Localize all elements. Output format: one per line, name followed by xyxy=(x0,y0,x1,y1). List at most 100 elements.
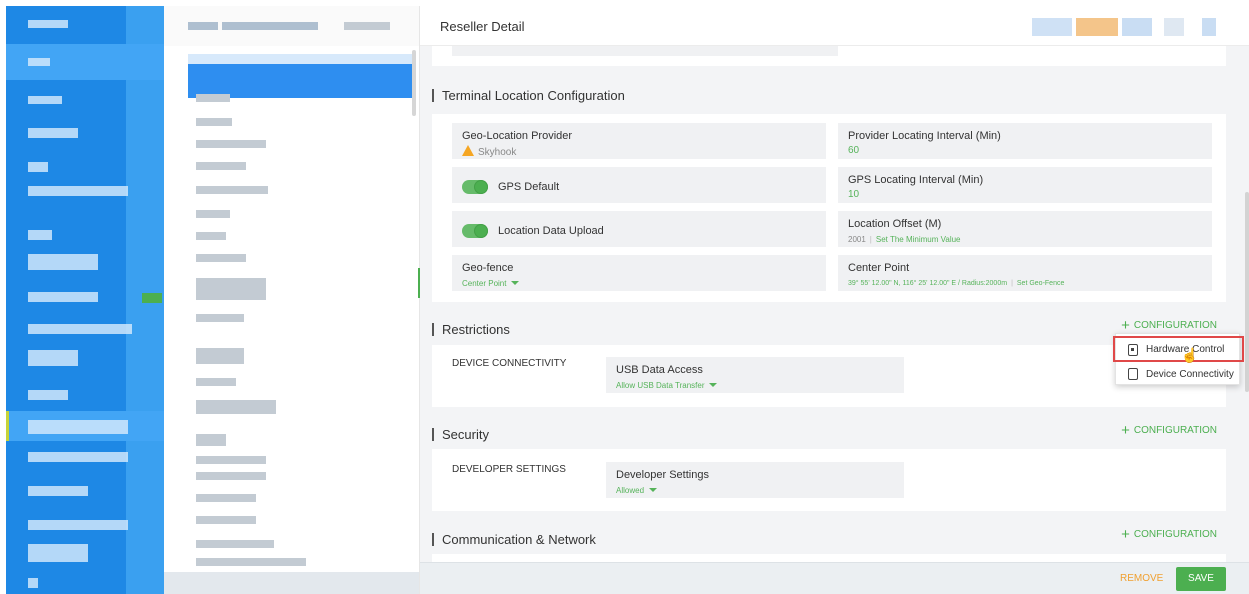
sidebar-item[interactable] xyxy=(28,520,128,530)
sidebar-item[interactable] xyxy=(28,162,48,172)
remove-button[interactable]: REMOVE xyxy=(1120,573,1163,584)
sidebar-item[interactable] xyxy=(28,128,78,138)
geo-fence-field[interactable]: Geo-fence Center Point xyxy=(452,255,826,291)
plus-icon: + xyxy=(1121,422,1130,439)
warning-icon xyxy=(462,145,474,156)
restrictions-configuration-button[interactable]: + CONFIGURATION xyxy=(1121,317,1217,334)
sidebar-item[interactable] xyxy=(28,486,88,496)
sidebar-item[interactable] xyxy=(28,230,52,240)
terminal-location-card: Geo-Location Provider Skyhook Provider L… xyxy=(432,114,1226,302)
section-title-terminal-location: Terminal Location Configuration xyxy=(432,88,625,103)
geo-location-provider-value: Skyhook xyxy=(462,145,516,158)
restrictions-card: DEVICE CONNECTIVITY USB Data Access Allo… xyxy=(432,345,1226,407)
list-scrollbar[interactable] xyxy=(412,50,416,116)
location-data-upload-field: Location Data Upload xyxy=(452,211,826,247)
section-title-security: Security xyxy=(432,427,489,442)
sidebar-item[interactable] xyxy=(28,578,38,588)
sidebar-item[interactable] xyxy=(28,544,88,562)
usb-data-access-field[interactable]: USB Data Access Allow USB Data Transfer xyxy=(606,357,904,393)
brand-logo xyxy=(1202,18,1216,36)
sidebar-selection-indicator xyxy=(6,411,9,441)
reseller-detail-panel: Reseller Detail Terminal Location Config… xyxy=(420,6,1249,594)
sidebar-item[interactable] xyxy=(28,324,132,334)
location-offset-field[interactable]: Location Offset (M) 2001 | Set The Minimum… xyxy=(838,211,1212,247)
device-connectivity-option[interactable]: Device Connectivity xyxy=(1116,362,1239,386)
chevron-down-icon xyxy=(709,383,718,387)
plus-icon: + xyxy=(1121,317,1130,334)
security-configuration-button[interactable]: + CONFIGURATION xyxy=(1121,422,1217,439)
page-title: Reseller Detail xyxy=(440,19,525,34)
main-sidebar xyxy=(6,6,164,594)
center-point-field[interactable]: Center Point 39° 55' 12.00" N, 116° 25' … xyxy=(838,255,1212,291)
sidebar-item[interactable] xyxy=(28,254,98,270)
geo-fence-dropdown[interactable]: Center Point xyxy=(462,279,520,288)
list-row[interactable] xyxy=(196,186,268,194)
list-header-item xyxy=(222,22,318,30)
phone-icon xyxy=(1128,368,1138,380)
save-button[interactable]: SAVE xyxy=(1176,567,1226,591)
gps-default-toggle[interactable] xyxy=(462,180,488,194)
sidebar-item[interactable] xyxy=(28,58,50,66)
detail-topbar: Reseller Detail xyxy=(420,6,1249,46)
sidebar-item[interactable] xyxy=(28,20,68,28)
center-point-value: 39° 55' 12.00" N, 116° 25' 12.00" E / Ra… xyxy=(848,280,1065,287)
set-minimum-value-link[interactable]: Set The Minimum Value xyxy=(876,235,961,244)
list-header-item xyxy=(188,22,218,30)
list-row[interactable] xyxy=(196,400,276,414)
list-row-selected[interactable] xyxy=(188,64,412,98)
hardware-control-option[interactable]: Hardware Control xyxy=(1113,336,1244,362)
list-row[interactable] xyxy=(196,494,256,502)
provider-locating-interval-field[interactable]: Provider Locating Interval (Min) 60 xyxy=(838,123,1212,159)
list-row[interactable] xyxy=(196,558,306,566)
section-title-communication-network: Communication & Network xyxy=(432,532,596,547)
list-row[interactable] xyxy=(196,254,246,262)
gps-default-field: GPS Default xyxy=(452,167,826,203)
detail-footer: REMOVE SAVE xyxy=(420,562,1249,594)
location-data-upload-toggle[interactable] xyxy=(462,224,488,238)
brand-logo xyxy=(1122,18,1152,36)
previous-section-card xyxy=(432,46,1226,66)
sidebar-item[interactable] xyxy=(28,390,68,400)
reseller-list xyxy=(164,6,420,594)
location-offset-value: 2001 | Set The Minimum Value xyxy=(848,235,961,244)
geo-location-provider-field[interactable]: Geo-Location Provider Skyhook xyxy=(452,123,826,159)
usb-data-access-dropdown[interactable]: Allow USB Data Transfer xyxy=(616,381,718,390)
sidebar-item[interactable] xyxy=(28,96,62,104)
list-row[interactable] xyxy=(196,94,230,102)
sidebar-item[interactable] xyxy=(28,186,128,196)
developer-settings-field[interactable]: Developer Settings Allowed xyxy=(606,462,904,498)
list-footer xyxy=(164,572,419,594)
sidebar-item[interactable] xyxy=(28,292,98,302)
list-row[interactable] xyxy=(196,314,244,322)
list-row[interactable] xyxy=(196,232,226,240)
list-row[interactable] xyxy=(196,348,244,364)
list-row[interactable] xyxy=(196,210,230,218)
list-row[interactable] xyxy=(196,456,266,464)
list-row[interactable] xyxy=(196,278,266,300)
list-row[interactable] xyxy=(196,118,232,126)
sidebar-badge xyxy=(142,293,162,303)
developer-settings-dropdown[interactable]: Allowed xyxy=(616,486,658,495)
developer-settings-category: DEVELOPER SETTINGS xyxy=(452,464,566,475)
list-row[interactable] xyxy=(196,140,266,148)
list-row[interactable] xyxy=(196,540,274,548)
sidebar-item[interactable] xyxy=(28,350,78,366)
set-geo-fence-link[interactable]: Set Geo-Fence xyxy=(1017,280,1064,287)
chevron-down-icon xyxy=(511,281,520,285)
plus-icon: + xyxy=(1121,526,1130,543)
section-title-restrictions: Restrictions xyxy=(432,322,510,337)
list-row[interactable] xyxy=(196,378,236,386)
gps-locating-interval-field[interactable]: GPS Locating Interval (Min) 10 xyxy=(838,167,1212,203)
list-row[interactable] xyxy=(196,516,256,524)
device-connectivity-category: DEVICE CONNECTIVITY xyxy=(452,358,567,369)
brand-logo xyxy=(1076,18,1118,36)
main-scrollbar[interactable] xyxy=(1245,192,1249,392)
list-row[interactable] xyxy=(196,472,266,480)
sidebar-item[interactable] xyxy=(28,452,128,462)
list-row[interactable] xyxy=(196,162,246,170)
sidebar-item[interactable] xyxy=(28,420,128,434)
configuration-dropdown-menu: Hardware Control Device Connectivity xyxy=(1113,333,1244,386)
communication-configuration-button[interactable]: + CONFIGURATION xyxy=(1121,526,1217,543)
list-row[interactable] xyxy=(196,434,226,446)
hand-cursor-icon: ☝ xyxy=(1181,347,1199,363)
